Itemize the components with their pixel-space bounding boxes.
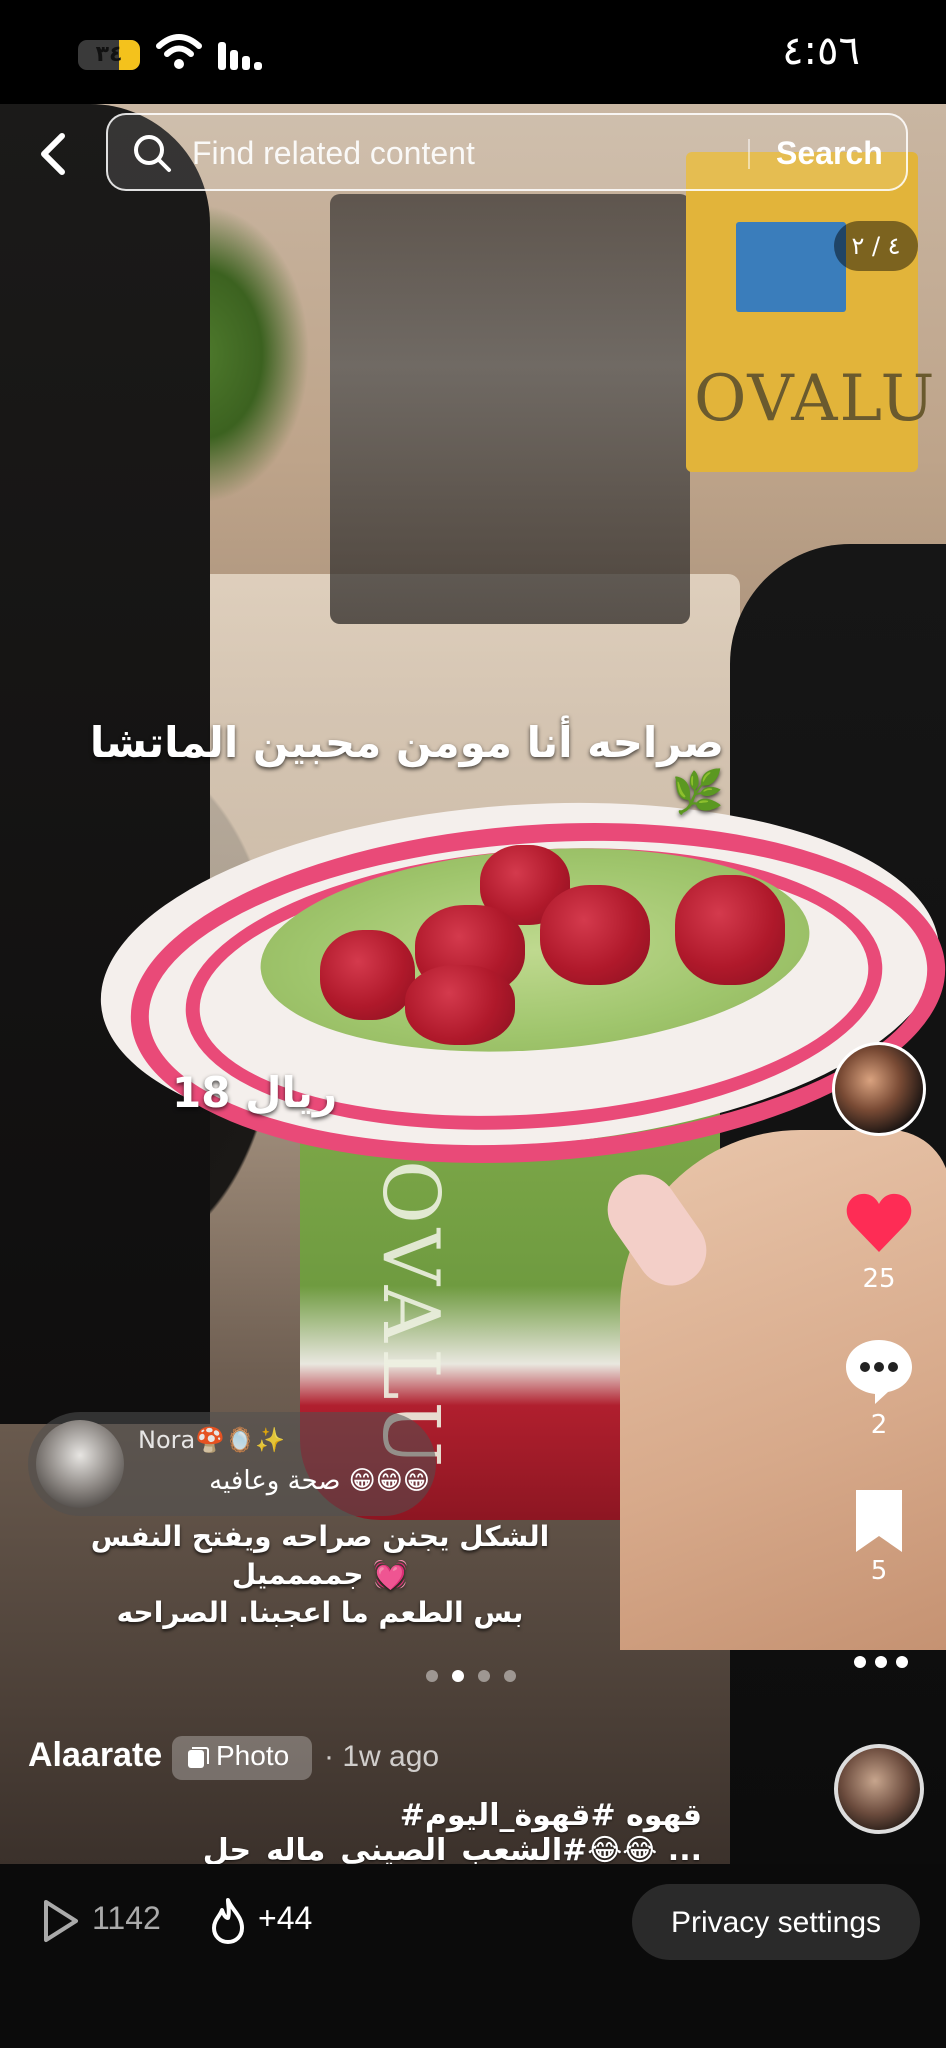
brand-sign-graphic (736, 222, 846, 312)
commenter-name: Nora🍄🪞✨ (138, 1426, 285, 1454)
battery-text: ٣٤ (95, 42, 123, 67)
boost-count[interactable]: +44 (258, 1900, 312, 1937)
search-bar[interactable]: Search (106, 113, 908, 191)
photo-caption-text: الشكل يجنن صراحه ويفتح النفس جمممميل 💓 ب… (90, 1520, 550, 1629)
floating-comment[interactable]: Nora🍄🪞✨ صحة وعافيه 😁😁😁 (28, 1412, 436, 1516)
carousel-dot (504, 1670, 516, 1682)
more-options-icon[interactable] (846, 1648, 916, 1676)
battery-indicator: ٣٤ (78, 40, 140, 70)
comment-count: 2 (870, 1410, 888, 1440)
raspberry (675, 875, 785, 985)
post-type-badge: Photo (172, 1736, 312, 1780)
commenter-avatar (36, 1420, 124, 1508)
carousel-dot (452, 1670, 464, 1682)
sound-disc-icon[interactable] (834, 1744, 924, 1834)
comment-icon[interactable] (842, 1334, 916, 1408)
raspberry (320, 930, 415, 1020)
status-bar: ٣٤ ٤:٥٦ (0, 0, 946, 104)
post-type-label: Photo (216, 1740, 290, 1771)
carousel-dot (426, 1670, 438, 1682)
save-count: 5 (870, 1556, 888, 1586)
carousel-dots (426, 1670, 526, 1682)
brand-sign-text: OVALU (694, 362, 937, 436)
photo-overlay-title: صراحه أنا مومن محبين الماتشا 🌿 (89, 718, 724, 816)
flame-boost-icon[interactable] (210, 1896, 246, 1944)
post-age: · 1w ago (324, 1740, 440, 1773)
clock: ٤:٥٦ (782, 28, 860, 74)
privacy-settings-button[interactable]: Privacy settings (632, 1884, 920, 1960)
search-divider (748, 139, 750, 169)
bookmark-icon[interactable] (842, 1484, 916, 1558)
heart-icon[interactable] (842, 1186, 916, 1260)
author-name[interactable]: Alaarate (28, 1736, 162, 1775)
brand-sign: OVALU (686, 152, 937, 472)
like-count: 25 (862, 1264, 896, 1294)
post-hashtags[interactable]: #قهوه #قهوة_اليوم #الشعب_الصيني_ماله_حل😂… (42, 1798, 702, 1868)
search-input[interactable] (190, 129, 734, 177)
raspberry (540, 885, 650, 985)
photo-overlay-price: 18 ريال (172, 1068, 338, 1117)
raspberry (405, 965, 515, 1045)
view-count: 1142 (92, 1900, 161, 1936)
comment-text: صحة وعافيه 😁😁😁 (209, 1466, 430, 1496)
search-icon (134, 135, 171, 172)
back-chevron-icon[interactable] (28, 126, 78, 182)
carousel-dot (478, 1670, 490, 1682)
cafe-shelf (330, 194, 690, 624)
creator-avatar[interactable] (832, 1042, 926, 1136)
play-views-icon (44, 1900, 78, 1942)
wifi-icon (156, 34, 202, 69)
image-pager-indicator: ٤ / ٢ (834, 221, 918, 271)
signal-icon (218, 42, 262, 70)
search-button[interactable]: Search (776, 133, 896, 173)
photo-icon (188, 1747, 209, 1768)
